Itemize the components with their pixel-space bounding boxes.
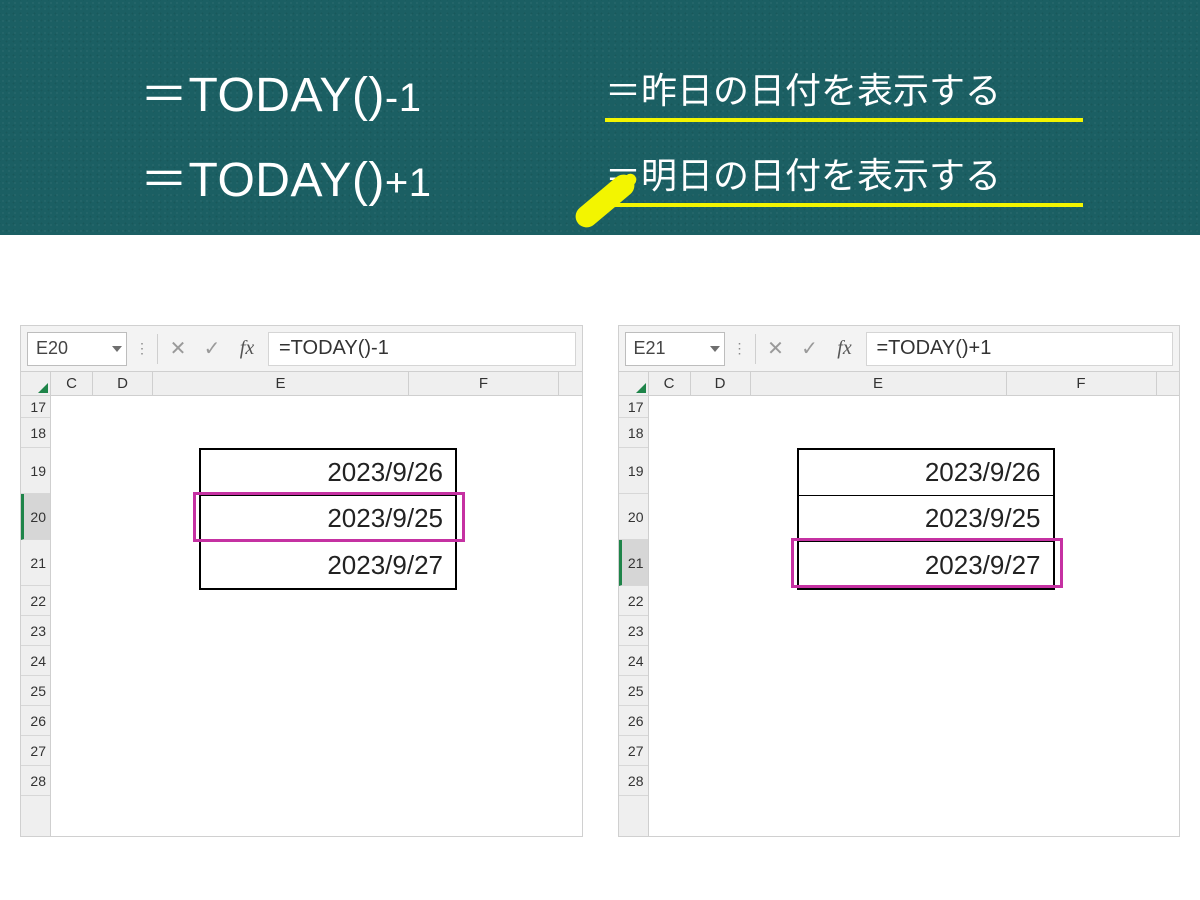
- cells-right[interactable]: 2023/9/26 2023/9/25 2023/9/27: [649, 396, 1180, 836]
- formula-fn-2: TODAY(): [189, 154, 385, 207]
- column-headers-left: C D E F: [21, 372, 582, 396]
- formula-suffix-1: -1: [385, 76, 422, 120]
- row-17[interactable]: 17: [619, 396, 648, 418]
- row-28[interactable]: 28: [21, 766, 50, 796]
- row-25[interactable]: 25: [619, 676, 648, 706]
- col-f[interactable]: F: [1007, 372, 1157, 395]
- name-box-dropdown-icon[interactable]: [710, 346, 720, 352]
- name-box-right[interactable]: E21: [625, 332, 725, 366]
- cell-e19-right[interactable]: 2023/9/26: [799, 450, 1053, 496]
- header-desc-1: ＝昨日の日付を表示する: [605, 62, 1083, 122]
- row-18[interactable]: 18: [619, 418, 648, 448]
- grid-right: C D E F 17 18 19 20 21 22 23 24 25 26 27: [619, 372, 1180, 836]
- separator: [157, 334, 158, 364]
- cell-e21-right[interactable]: 2023/9/27: [799, 542, 1053, 588]
- cells-left[interactable]: 2023/9/26 2023/9/25 2023/9/27: [51, 396, 582, 836]
- formula-input-left[interactable]: =TODAY()-1: [268, 332, 576, 366]
- col-e[interactable]: E: [751, 372, 1007, 395]
- cell-e20-right[interactable]: 2023/9/25: [799, 496, 1053, 542]
- row-25[interactable]: 25: [21, 676, 50, 706]
- eq-sign-1: ＝: [140, 69, 189, 122]
- header-banner: ＝TODAY()-1 ＝昨日の日付を表示する ＝TODAY()+1 ＝明日の日付…: [0, 0, 1200, 235]
- row-headers-right: 17 18 19 20 21 22 23 24 25 26 27 28: [619, 396, 649, 836]
- row-20[interactable]: 20: [21, 494, 50, 540]
- fx-icon[interactable]: fx: [830, 337, 860, 360]
- row-23[interactable]: 23: [619, 616, 648, 646]
- row-23[interactable]: 23: [21, 616, 50, 646]
- dots-icon: ⋮: [133, 340, 151, 357]
- header-formula-2: ＝TODAY()+1: [140, 140, 432, 210]
- col-d[interactable]: D: [691, 372, 751, 395]
- row-21[interactable]: 21: [21, 540, 50, 586]
- row-21[interactable]: 21: [619, 540, 648, 586]
- header-desc-2: ＝明日の日付を表示する: [605, 147, 1083, 207]
- formula-text-right: =TODAY()+1: [877, 337, 992, 360]
- separator: [755, 334, 756, 364]
- name-box-value-right: E21: [634, 338, 666, 359]
- formula-input-right[interactable]: =TODAY()+1: [866, 332, 1174, 366]
- cell-e19-left[interactable]: 2023/9/26: [201, 450, 455, 496]
- eq-sign-2: ＝: [140, 154, 189, 207]
- grid-left: C D E F 17 18 19 20 21 22 23 24 25 26 27: [21, 372, 582, 836]
- underline-1: [605, 118, 1083, 122]
- header-formula-1: ＝TODAY()-1: [140, 55, 421, 125]
- row-24[interactable]: 24: [619, 646, 648, 676]
- col-c[interactable]: C: [51, 372, 93, 395]
- cell-e20-left[interactable]: 2023/9/25: [201, 496, 455, 542]
- excel-right: E21 ⋮ ✕ ✓ fx =TODAY()+1 C D E F 17: [618, 325, 1181, 837]
- enter-icon[interactable]: ✓: [198, 336, 226, 361]
- underline-2: [605, 203, 1083, 207]
- column-headers-right: C D E F: [619, 372, 1180, 396]
- col-d[interactable]: D: [93, 372, 153, 395]
- row-22[interactable]: 22: [21, 586, 50, 616]
- row-18[interactable]: 18: [21, 418, 50, 448]
- formula-bar-left: E20 ⋮ ✕ ✓ fx =TODAY()-1: [21, 326, 582, 372]
- row-20[interactable]: 20: [619, 494, 648, 540]
- cancel-icon[interactable]: ✕: [762, 336, 790, 361]
- formula-suffix-2: +1: [385, 161, 432, 205]
- name-box-left[interactable]: E20: [27, 332, 127, 366]
- col-c[interactable]: C: [649, 372, 691, 395]
- row-headers-left: 17 18 19 20 21 22 23 24 25 26 27 28: [21, 396, 51, 836]
- data-table-left: 2023/9/26 2023/9/25 2023/9/27: [199, 448, 457, 590]
- row-24[interactable]: 24: [21, 646, 50, 676]
- name-box-dropdown-icon[interactable]: [112, 346, 122, 352]
- select-all-corner[interactable]: [619, 372, 649, 395]
- dots-icon: ⋮: [731, 340, 749, 357]
- formula-text-left: =TODAY()-1: [279, 337, 389, 360]
- excel-panes: E20 ⋮ ✕ ✓ fx =TODAY()-1 C D E F 17: [0, 235, 1200, 837]
- desc-text-1: ＝昨日の日付を表示する: [605, 62, 1083, 114]
- row-19[interactable]: 19: [21, 448, 50, 494]
- grid-body-left: 17 18 19 20 21 22 23 24 25 26 27 28 2: [21, 396, 582, 836]
- col-f[interactable]: F: [409, 372, 559, 395]
- row-27[interactable]: 27: [21, 736, 50, 766]
- row-22[interactable]: 22: [619, 586, 648, 616]
- row-26[interactable]: 26: [21, 706, 50, 736]
- name-box-value-left: E20: [36, 338, 68, 359]
- col-e[interactable]: E: [153, 372, 409, 395]
- row-28[interactable]: 28: [619, 766, 648, 796]
- formula-fn-1: TODAY(): [189, 69, 385, 122]
- row-19[interactable]: 19: [619, 448, 648, 494]
- enter-icon[interactable]: ✓: [796, 336, 824, 361]
- row-27[interactable]: 27: [619, 736, 648, 766]
- cancel-icon[interactable]: ✕: [164, 336, 192, 361]
- cell-e21-left[interactable]: 2023/9/27: [201, 542, 455, 588]
- excel-left: E20 ⋮ ✕ ✓ fx =TODAY()-1 C D E F 17: [20, 325, 583, 837]
- select-all-corner[interactable]: [21, 372, 51, 395]
- desc-text-2: ＝明日の日付を表示する: [605, 147, 1083, 199]
- row-17[interactable]: 17: [21, 396, 50, 418]
- formula-bar-right: E21 ⋮ ✕ ✓ fx =TODAY()+1: [619, 326, 1180, 372]
- fx-icon[interactable]: fx: [232, 337, 262, 360]
- data-table-right: 2023/9/26 2023/9/25 2023/9/27: [797, 448, 1055, 590]
- row-26[interactable]: 26: [619, 706, 648, 736]
- grid-body-right: 17 18 19 20 21 22 23 24 25 26 27 28 2023…: [619, 396, 1180, 836]
